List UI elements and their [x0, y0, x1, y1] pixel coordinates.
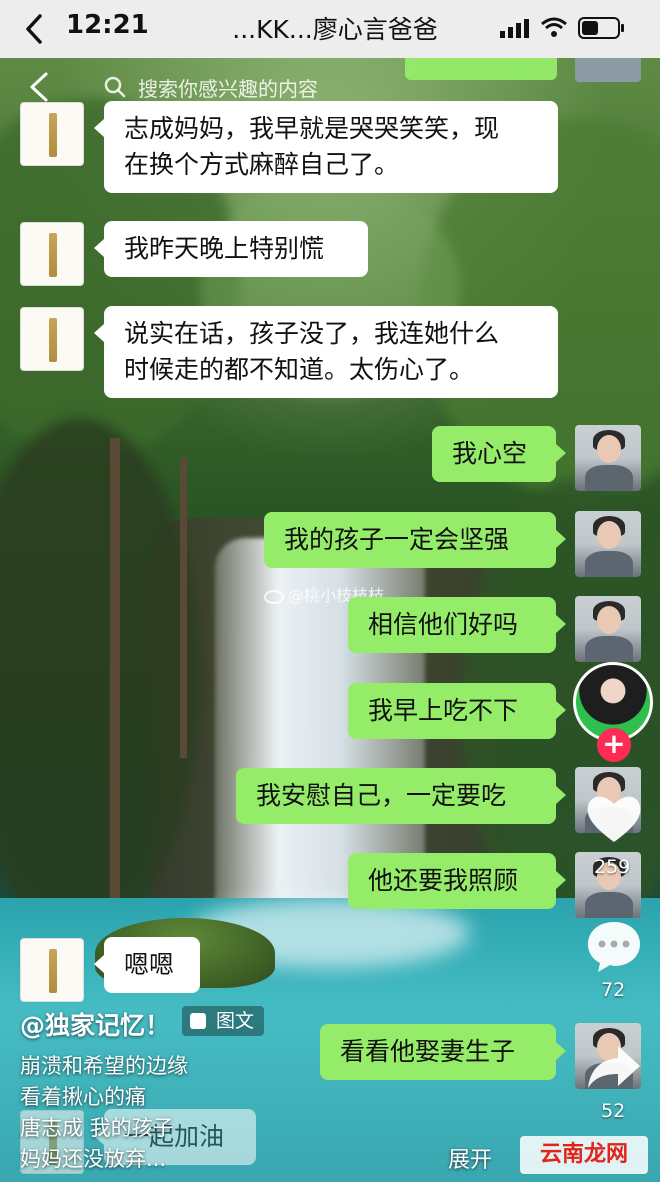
message-line: 说实在话，孩子没了，我连她什么 — [124, 319, 500, 348]
avatar-face — [597, 606, 621, 634]
signal-icon — [500, 19, 529, 38]
message-line: 嗯嗯 — [124, 950, 175, 979]
message-bubble[interactable]: 嗯嗯 — [94, 937, 200, 993]
post-type-label: 图文 — [216, 1010, 255, 1032]
avatar-memorial-tablet[interactable] — [20, 307, 84, 371]
comment-count: 72 — [601, 979, 626, 1001]
message-line: 相信他们好吗 — [368, 610, 519, 639]
memorial-tablet-icon — [49, 113, 57, 157]
avatar-user[interactable] — [575, 596, 641, 662]
image-text-icon — [190, 1013, 206, 1029]
avatar-memorial-tablet[interactable] — [20, 938, 84, 1002]
message-line: 我安慰自己，一定要吃 — [256, 781, 507, 810]
avatar-memorial-tablet[interactable] — [20, 222, 84, 286]
message-bubble[interactable]: 我心空 — [432, 426, 566, 482]
search-input[interactable]: 搜索你感兴趣的内容 — [138, 73, 318, 102]
memorial-tablet-icon — [49, 949, 57, 993]
weibo-icon — [264, 589, 284, 604]
caption-line: 看着揪心的痛 — [20, 1085, 146, 1109]
message-bubble[interactable]: 志成妈妈，我早就是哭哭笑笑，现 在换个方式麻醉自己了。 — [94, 101, 558, 193]
avatar-face — [597, 521, 621, 549]
share-icon[interactable] — [584, 1042, 644, 1092]
tree-trunk — [180, 458, 187, 758]
message-line: 我心空 — [452, 439, 528, 468]
author-name[interactable]: @独家记忆！ — [20, 1006, 170, 1042]
avatar-body — [585, 892, 633, 918]
message-line: 我的孩子一定会坚强 — [284, 525, 510, 554]
message-line: 志成妈妈，我早就是哭哭笑笑，现 — [124, 114, 500, 143]
wifi-icon — [541, 17, 567, 37]
avatar-user[interactable] — [575, 511, 641, 577]
battery-icon — [578, 17, 624, 39]
avatar-body — [585, 636, 633, 662]
message-line: 他还要我照顾 — [368, 866, 519, 895]
message-bubble[interactable]: 我安慰自己，一定要吃 — [236, 768, 566, 824]
avatar-body — [585, 551, 633, 577]
like-count: 259 — [594, 856, 631, 878]
tree-trunk — [110, 438, 120, 958]
avatar-user[interactable] — [575, 425, 641, 491]
caption-line: 妈妈还没放弃... — [20, 1147, 167, 1171]
message-line: 我昨天晚上特别慌 — [124, 234, 325, 263]
avatar-body — [585, 465, 633, 491]
search-icon[interactable] — [104, 76, 126, 98]
message-line: 在换个方式麻醉自己了。 — [124, 150, 400, 179]
message-bubble[interactable]: 看看他娶妻生子 — [320, 1024, 566, 1080]
heart-icon[interactable] — [584, 790, 644, 846]
chat-title: ...KK...廖心言爸爸 — [232, 15, 438, 44]
caption-line: 唐志成 我的孩子 — [20, 1116, 174, 1140]
back-arrow-icon[interactable] — [26, 70, 52, 104]
message-bubble[interactable]: 我早上吃不下 — [348, 683, 566, 739]
status-time: 12:21 — [66, 10, 149, 40]
follow-button[interactable]: + — [597, 728, 631, 762]
message-line: 我早上吃不下 — [368, 696, 519, 725]
message-line: 看看他娶妻生子 — [340, 1037, 516, 1066]
caption-line: 崩溃和希望的边缘 — [20, 1054, 188, 1078]
message-bubble[interactable]: 他还要我照顾 — [348, 853, 566, 909]
avatar-face — [597, 435, 621, 463]
message-bubble[interactable]: 我的孩子一定会坚强 — [264, 512, 566, 568]
memorial-tablet-icon — [49, 233, 57, 277]
message-bubble[interactable]: 相信他们好吗 — [348, 597, 566, 653]
comment-icon[interactable] — [584, 918, 644, 974]
message-line: 时候走的都不知道。太伤心了。 — [124, 355, 475, 384]
back-chevron-icon[interactable] — [20, 12, 50, 46]
avatar-partial — [575, 58, 641, 82]
avatar-memorial-tablet[interactable] — [20, 102, 84, 166]
site-logo: 云南龙网 — [520, 1136, 648, 1174]
status-bar: 12:21 ...KK...廖心言爸爸 — [0, 0, 660, 58]
message-bubble-partial — [405, 58, 557, 80]
message-bubble[interactable]: 我昨天晚上特别慌 — [94, 221, 368, 277]
post-type-badge[interactable]: 图文 — [182, 1006, 265, 1036]
expand-link[interactable]: 展开 — [448, 1142, 492, 1174]
share-count: 52 — [601, 1100, 626, 1122]
message-bubble[interactable]: 说实在话，孩子没了，我连她什么 时候走的都不知道。太伤心了。 — [94, 306, 558, 398]
memorial-tablet-icon — [49, 318, 57, 362]
